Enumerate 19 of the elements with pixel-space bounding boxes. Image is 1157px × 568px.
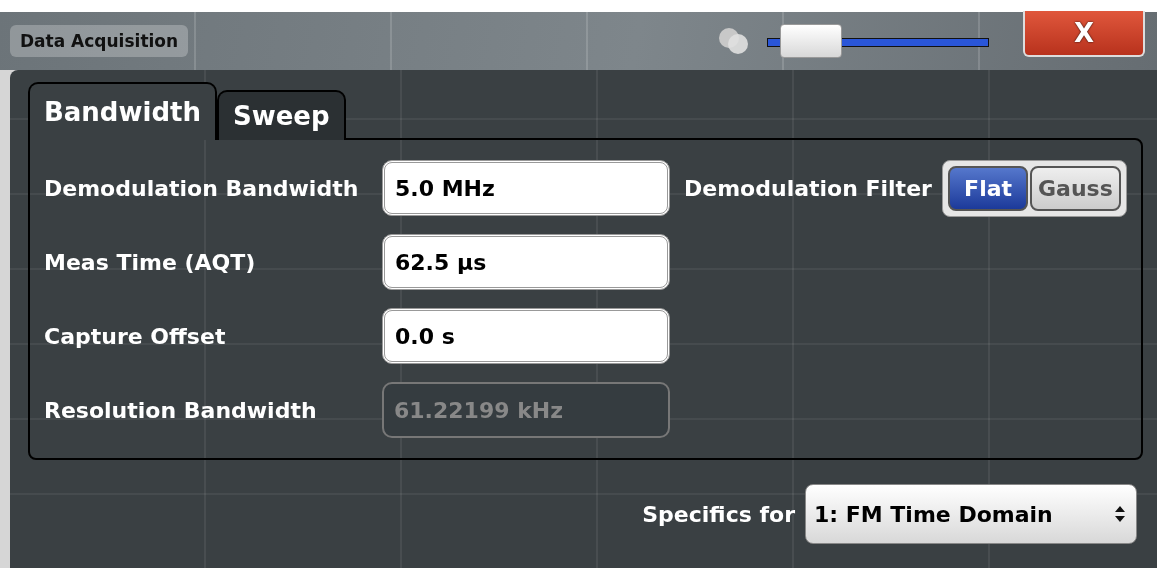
transparency-slider[interactable] <box>767 24 989 58</box>
close-button[interactable]: X <box>1023 11 1145 57</box>
field-label: Demodulation Bandwidth <box>44 175 360 201</box>
specifics-dropdown[interactable]: 1: FM Time Domain <box>805 484 1137 544</box>
tab[interactable]: Bandwidth <box>28 82 217 140</box>
tab[interactable]: Sweep <box>216 90 346 140</box>
dialog-title: Data Acquisition <box>10 25 189 57</box>
input-field[interactable]: 62.5 µs <box>382 234 670 290</box>
field-label: Meas Time (AQT) <box>44 249 257 275</box>
input-field[interactable]: 0.0 s <box>382 308 670 364</box>
transparency-icon <box>717 26 751 56</box>
filter-option[interactable]: Gauss <box>1030 165 1121 211</box>
updown-arrow-icon <box>1114 505 1126 523</box>
specifics-label: Specifics for <box>642 501 795 527</box>
field-label: Resolution Bandwidth <box>44 397 318 423</box>
field-label: Demodulation Filter <box>683 175 933 201</box>
filter-option[interactable]: Flat <box>948 165 1029 211</box>
input-field[interactable]: 5.0 MHz <box>382 160 670 216</box>
field-label: Capture Offset <box>44 323 227 349</box>
